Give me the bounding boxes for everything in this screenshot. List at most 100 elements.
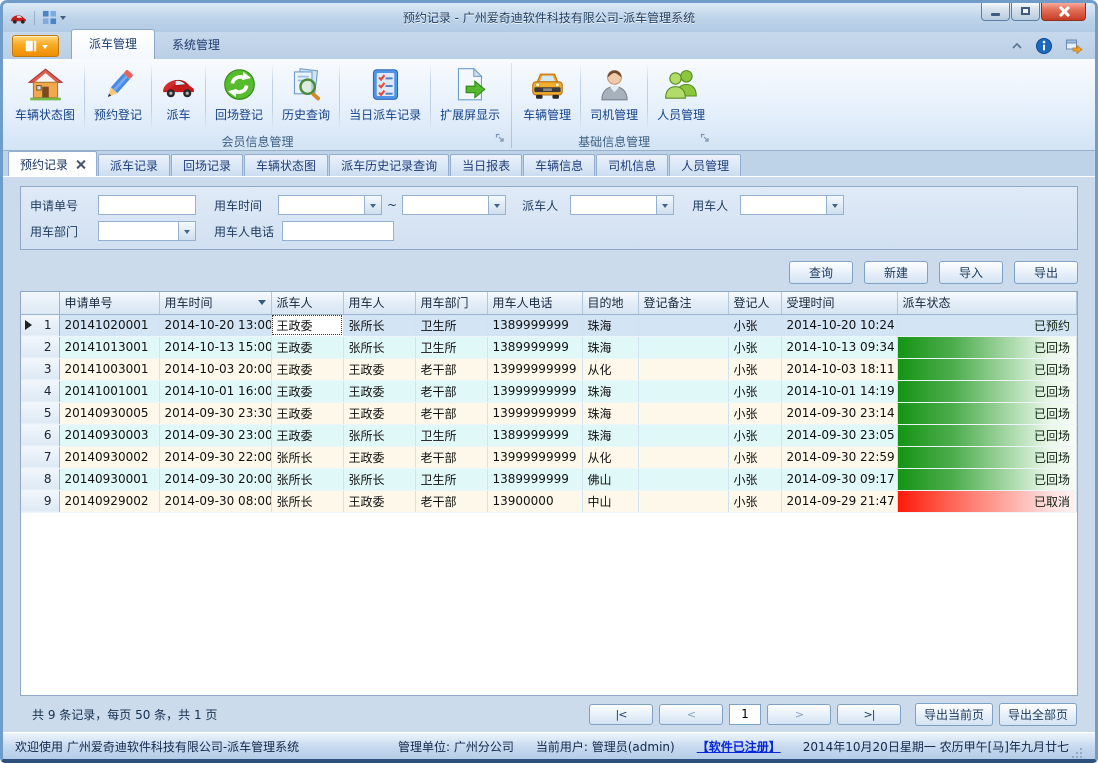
chevron-down-icon[interactable] [826, 196, 843, 214]
status-cell[interactable]: 已取消 [897, 490, 1077, 512]
cell[interactable]: 张所长 [271, 446, 343, 468]
doc-tab-6[interactable]: 车辆信息 [523, 154, 595, 176]
row-header-cell[interactable]: 5 [21, 402, 59, 424]
last-page-button[interactable]: >| [837, 704, 901, 725]
resize-grip[interactable] [1071, 747, 1083, 759]
status-cell[interactable]: 已回场 [897, 380, 1077, 402]
table-row[interactable]: 8201409300012014-09-30 20:00张所长张所长卫生所138… [21, 468, 1077, 490]
use-time-from-combo[interactable] [278, 195, 382, 215]
cell[interactable]: 小张 [728, 424, 781, 446]
status-cell[interactable]: 已回场 [897, 468, 1077, 490]
cell[interactable]: 13999999999 [487, 358, 582, 380]
column-header-6[interactable]: 用车人电话 [487, 292, 582, 314]
column-header-11[interactable]: 派车状态 [897, 292, 1077, 314]
cell[interactable]: 1389999999 [487, 314, 582, 336]
cell[interactable]: 珠海 [582, 424, 638, 446]
chevron-down-icon[interactable] [60, 16, 66, 23]
cell[interactable]: 小张 [728, 468, 781, 490]
cell[interactable]: 20140930001 [59, 468, 159, 490]
request-no-input[interactable] [98, 195, 196, 215]
table-row[interactable]: 4201410010012014-10-01 16:00王政委王政委老干部139… [21, 380, 1077, 402]
cell[interactable]: 2014-09-30 08:00 [159, 490, 271, 512]
layout-icon[interactable] [42, 10, 57, 25]
cell[interactable]: 小张 [728, 380, 781, 402]
cell[interactable]: 1389999999 [487, 468, 582, 490]
page-number-input[interactable] [729, 704, 761, 725]
cell[interactable]: 20140930002 [59, 446, 159, 468]
status-cell[interactable]: 已回场 [897, 336, 1077, 358]
doc-tab-4[interactable]: 派车历史记录查询 [329, 154, 449, 176]
cell[interactable]: 20140930005 [59, 402, 159, 424]
cell[interactable]: 1389999999 [487, 336, 582, 358]
cell[interactable] [638, 314, 728, 336]
cell[interactable]: 卫生所 [415, 314, 487, 336]
cell[interactable]: 卫生所 [415, 336, 487, 358]
column-header-2[interactable]: 用车时间 [159, 292, 271, 314]
doc-tab-2[interactable]: 回场记录 [171, 154, 243, 176]
cell[interactable]: 王政委 [271, 402, 343, 424]
table-row[interactable]: 5201409300052014-09-30 23:30王政委王政委老干部139… [21, 402, 1077, 424]
prev-page-button[interactable]: < [659, 704, 723, 725]
column-header-4[interactable]: 用车人 [343, 292, 415, 314]
column-header-0[interactable] [21, 292, 59, 314]
ribbon-button-0-1[interactable]: 预约登记 [85, 61, 151, 133]
restore-button[interactable] [1011, 2, 1040, 21]
department-combo[interactable] [98, 221, 196, 241]
row-header-cell[interactable]: 4 [21, 380, 59, 402]
row-header-cell[interactable]: 9 [21, 490, 59, 512]
cell[interactable]: 王政委 [343, 446, 415, 468]
dialog-launcher-icon[interactable] [495, 133, 506, 147]
cell[interactable]: 2014-10-03 18:11 [781, 358, 897, 380]
info-icon[interactable] [1036, 38, 1052, 54]
close-button[interactable] [1041, 2, 1086, 21]
cell[interactable]: 中山 [582, 490, 638, 512]
cell[interactable]: 张所长 [343, 424, 415, 446]
cell[interactable]: 张所长 [271, 490, 343, 512]
cell[interactable]: 20141013001 [59, 336, 159, 358]
ribbon-button-1-1[interactable]: 司机管理 [581, 61, 647, 133]
export-button[interactable]: 导出 [1014, 261, 1078, 284]
cell[interactable]: 珠海 [582, 380, 638, 402]
status-cell[interactable]: 已回场 [897, 358, 1077, 380]
status-cell[interactable]: 已回场 [897, 446, 1077, 468]
column-header-8[interactable]: 登记备注 [638, 292, 728, 314]
cell[interactable]: 王政委 [271, 424, 343, 446]
close-tab-icon[interactable] [76, 160, 85, 169]
cell[interactable]: 2014-09-30 23:05 [781, 424, 897, 446]
query-button[interactable]: 查询 [789, 261, 853, 284]
cell[interactable]: 小张 [728, 490, 781, 512]
status-cell[interactable]: 已回场 [897, 424, 1077, 446]
cell[interactable]: 2014-10-20 13:00 [159, 314, 271, 336]
ribbon-button-1-2[interactable]: 人员管理 [648, 61, 714, 133]
column-header-10[interactable]: 受理时间 [781, 292, 897, 314]
doc-tab-1[interactable]: 派车记录 [98, 154, 170, 176]
ribbon-tab-system[interactable]: 系统管理 [155, 31, 237, 59]
cell[interactable]: 2014-09-29 21:47 [781, 490, 897, 512]
status-cell[interactable]: 已回场 [897, 402, 1077, 424]
cell[interactable] [638, 336, 728, 358]
cell[interactable]: 20140929002 [59, 490, 159, 512]
ribbon-button-0-2[interactable]: 派车 [152, 61, 205, 133]
cell[interactable]: 老干部 [415, 380, 487, 402]
row-header-cell[interactable]: 7 [21, 446, 59, 468]
next-page-button[interactable]: > [767, 704, 831, 725]
cell[interactable]: 2014-09-30 20:00 [159, 468, 271, 490]
cell[interactable]: 2014-09-30 22:00 [159, 446, 271, 468]
app-menu-button[interactable] [12, 35, 59, 57]
cell[interactable]: 2014-10-01 14:19 [781, 380, 897, 402]
column-header-7[interactable]: 目的地 [582, 292, 638, 314]
cell[interactable]: 张所长 [343, 314, 415, 336]
cell[interactable]: 卫生所 [415, 424, 487, 446]
doc-tab-7[interactable]: 司机信息 [596, 154, 668, 176]
new-button[interactable]: 新建 [864, 261, 928, 284]
cell[interactable] [638, 402, 728, 424]
table-row[interactable]: 3201410030012014-10-03 20:00王政委王政委老干部139… [21, 358, 1077, 380]
chevron-down-icon[interactable] [488, 196, 505, 214]
cell[interactable]: 从化 [582, 358, 638, 380]
use-time-to-combo[interactable] [402, 195, 506, 215]
cell[interactable]: 珠海 [582, 336, 638, 358]
cell[interactable]: 王政委 [271, 336, 343, 358]
cell[interactable]: 13900000 [487, 490, 582, 512]
chevron-down-icon[interactable] [364, 196, 381, 214]
column-header-1[interactable]: 申请单号 [59, 292, 159, 314]
